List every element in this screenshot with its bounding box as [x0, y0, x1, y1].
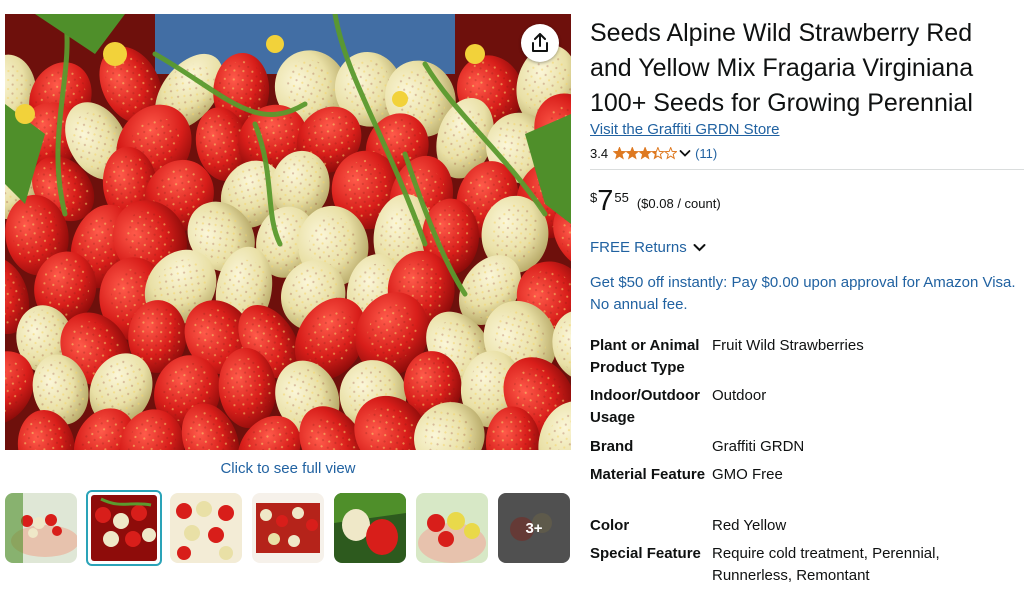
star-fill: [639, 147, 651, 159]
main-product-image[interactable]: [5, 14, 571, 450]
spec-label: Brand: [590, 438, 634, 455]
price-block: $ 7 55 ($0.08 / count): [590, 186, 721, 216]
star-outline: [663, 147, 678, 160]
spec-value: Require cold treatment, Perennial, Runne…: [712, 545, 940, 584]
spec-value: Graffiti GRDN: [712, 438, 805, 455]
rating-stars[interactable]: [613, 147, 678, 160]
spec-label: Color: [590, 517, 630, 534]
spec-value: Fruit Wild Strawberries: [712, 337, 864, 354]
thumbnail-more[interactable]: 3+: [498, 493, 570, 563]
chevron-down-icon: [693, 244, 706, 252]
rating-value: 3.4: [590, 146, 609, 161]
price-fraction: 55: [614, 190, 629, 205]
star-icon: [613, 147, 678, 160]
price-symbol: $: [590, 190, 598, 205]
visa-promo-link[interactable]: Get $50 off instantly: Pay $0.00 upon ap…: [590, 272, 1020, 316]
rating-count-link[interactable]: (11): [695, 146, 717, 161]
rating-summary: 3.4 (11): [590, 146, 717, 161]
spec-label: Plant or Animal Product Type: [590, 337, 700, 376]
spec-label: Material Feature: [590, 466, 706, 483]
click-full-view-link[interactable]: Click to see full view: [5, 460, 571, 477]
spec-value: GMO Free: [712, 466, 783, 483]
thumbnail-5[interactable]: [334, 493, 406, 563]
more-images-count: 3+: [525, 519, 543, 537]
strawberry-photo: [5, 14, 571, 450]
thumbnail-1[interactable]: [5, 493, 77, 563]
unit-price: ($0.08 / count): [636, 196, 721, 211]
store-link[interactable]: Visit the Graffiti GRDN Store: [590, 121, 780, 138]
free-returns-label: FREE Returns: [590, 239, 687, 256]
thumbnail-3[interactable]: [170, 493, 242, 563]
free-returns-link[interactable]: FREE Returns: [590, 239, 706, 256]
star-fill: [613, 147, 626, 159]
spec-value: Red Yellow: [712, 517, 787, 534]
thumbnail-4[interactable]: [252, 493, 324, 563]
product-title: Seeds Alpine Wild Strawberry Red and Yel…: [590, 19, 974, 117]
spec-value: Outdoor: [712, 387, 767, 404]
price-whole: 7: [597, 185, 614, 217]
share-icon: [532, 33, 548, 52]
thumbnail-2-selected[interactable]: [86, 490, 162, 566]
chevron-down-icon[interactable]: [679, 149, 691, 158]
star-fill: [626, 147, 639, 159]
share-button[interactable]: [521, 24, 559, 62]
thumbnail-6[interactable]: [416, 493, 488, 563]
spec-label: Special Feature: [590, 545, 701, 562]
divider: [590, 169, 1024, 170]
spec-label: Indoor/Outdoor Usage: [590, 387, 700, 426]
